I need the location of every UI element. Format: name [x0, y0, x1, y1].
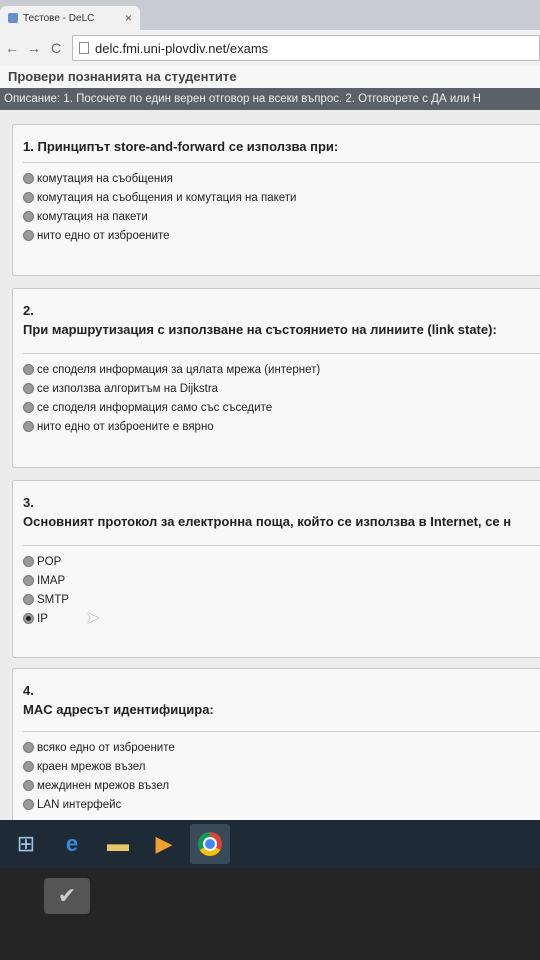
taskbar-media-player[interactable]: ▶ — [144, 824, 184, 864]
question-text: MAC адресът идентифицира: — [23, 702, 214, 717]
answer-option[interactable]: комутация на пакети — [23, 207, 540, 226]
radio-button[interactable] — [23, 780, 34, 791]
checkmark-logo-icon: ✔ — [44, 878, 90, 914]
page-header: Провери познанията на студентите — [0, 66, 540, 88]
radio-button[interactable] — [23, 230, 34, 241]
reload-icon[interactable]: C — [46, 40, 66, 56]
back-arrow-icon[interactable]: ← — [2, 40, 22, 56]
browser-toolbar: ← → C delc.fmi.uni-plovdiv.net/exams — [0, 30, 540, 67]
question-number: 4. — [23, 683, 34, 698]
radio-button[interactable] — [23, 594, 34, 605]
answer-option[interactable]: нито едно от изброените — [23, 226, 540, 245]
answer-option[interactable]: се използва алгоритъм на Dijkstra — [23, 379, 540, 398]
radio-button[interactable] — [23, 402, 34, 413]
question-text: Основният протокол за електронна поща, к… — [23, 514, 512, 529]
windows-logo-icon: ⊞ — [16, 831, 36, 856]
radio-button[interactable] — [23, 364, 34, 375]
radio-button[interactable] — [23, 383, 34, 394]
taskbar: ⊞ e ▬ ▶ — [0, 820, 540, 868]
radio-button[interactable] — [23, 173, 34, 184]
monitor-bezel: ✔ — [0, 868, 540, 960]
close-tab-icon[interactable]: × — [125, 11, 132, 25]
radio-button[interactable] — [23, 421, 34, 432]
answer-option[interactable]: IMAP — [23, 571, 540, 590]
description-bar: Описание: 1. Посочете по един верен отго… — [0, 88, 540, 110]
divider — [23, 353, 540, 354]
question-card: 1. Принципът store-and-forward се използ… — [12, 124, 540, 276]
radio-button[interactable] — [23, 192, 34, 203]
answer-option[interactable]: комутация на съобщения и комутация на па… — [23, 188, 540, 207]
divider — [23, 162, 540, 163]
media-player-icon: ▶ — [155, 831, 173, 856]
divider — [23, 731, 540, 732]
url-text: delc.fmi.uni-plovdiv.net/exams — [95, 40, 269, 56]
taskbar-chrome[interactable] — [190, 824, 230, 864]
question-card: 2. При маршрутизация с използване на със… — [12, 288, 540, 468]
screen: Тестове - DeLC × ← → C delc.fmi.uni-plov… — [0, 0, 540, 820]
radio-button-selected[interactable] — [23, 613, 34, 624]
radio-button[interactable] — [23, 556, 34, 567]
radio-button[interactable] — [23, 575, 34, 586]
page-icon — [79, 42, 89, 54]
radio-button[interactable] — [23, 799, 34, 810]
question-text: 1. Принципът store-and-forward се използ… — [23, 139, 339, 154]
taskbar-explorer[interactable]: ▬ — [98, 824, 138, 864]
answer-option[interactable]: IP — [23, 609, 540, 628]
question-number: 3. — [23, 495, 34, 510]
internet-explorer-icon: e — [65, 831, 79, 856]
browser-tab[interactable]: Тестове - DeLC × — [0, 6, 140, 30]
question-card: 4. MAC адресът идентифицира: всяко едно … — [12, 668, 540, 820]
answer-option[interactable]: POP — [23, 552, 540, 571]
questions-area[interactable]: 1. Принципът store-and-forward се използ… — [0, 110, 540, 820]
divider — [23, 545, 540, 546]
answer-option[interactable]: междинен мрежов възел — [23, 776, 540, 795]
taskbar-ie[interactable]: e — [52, 824, 92, 864]
answer-option[interactable]: краен мрежов възел — [23, 757, 540, 776]
answer-option[interactable]: нито едно от изброените е вярно — [23, 417, 540, 436]
address-bar[interactable]: delc.fmi.uni-plovdiv.net/exams — [72, 35, 540, 61]
forward-arrow-icon[interactable]: → — [24, 40, 44, 56]
question-text: При маршрутизация с използване на състоя… — [23, 322, 497, 337]
tab-title: Тестове - DeLC — [23, 12, 95, 24]
answer-option[interactable]: LAN интерфейс — [23, 795, 540, 814]
start-button[interactable]: ⊞ — [6, 824, 46, 864]
question-card: 3. Основният протокол за електронна поща… — [12, 480, 540, 658]
answer-option[interactable]: всяко едно от изброените — [23, 738, 540, 757]
answer-option[interactable]: комутация на съобщения — [23, 169, 540, 188]
answer-option[interactable]: SMTP — [23, 590, 540, 609]
folder-icon: ▬ — [107, 831, 129, 856]
chrome-icon — [198, 832, 222, 856]
answer-option[interactable]: се споделя информация за цялата мрежа (и… — [23, 360, 540, 379]
radio-button[interactable] — [23, 742, 34, 753]
tab-strip: Тестове - DeLC × — [0, 0, 540, 30]
radio-button[interactable] — [23, 761, 34, 772]
radio-button[interactable] — [23, 211, 34, 222]
answer-option[interactable]: се споделя информация само със съседите — [23, 398, 540, 417]
mouse-cursor-icon: ➤ — [86, 610, 100, 627]
favicon-icon — [8, 13, 18, 23]
question-number: 2. — [23, 303, 34, 318]
